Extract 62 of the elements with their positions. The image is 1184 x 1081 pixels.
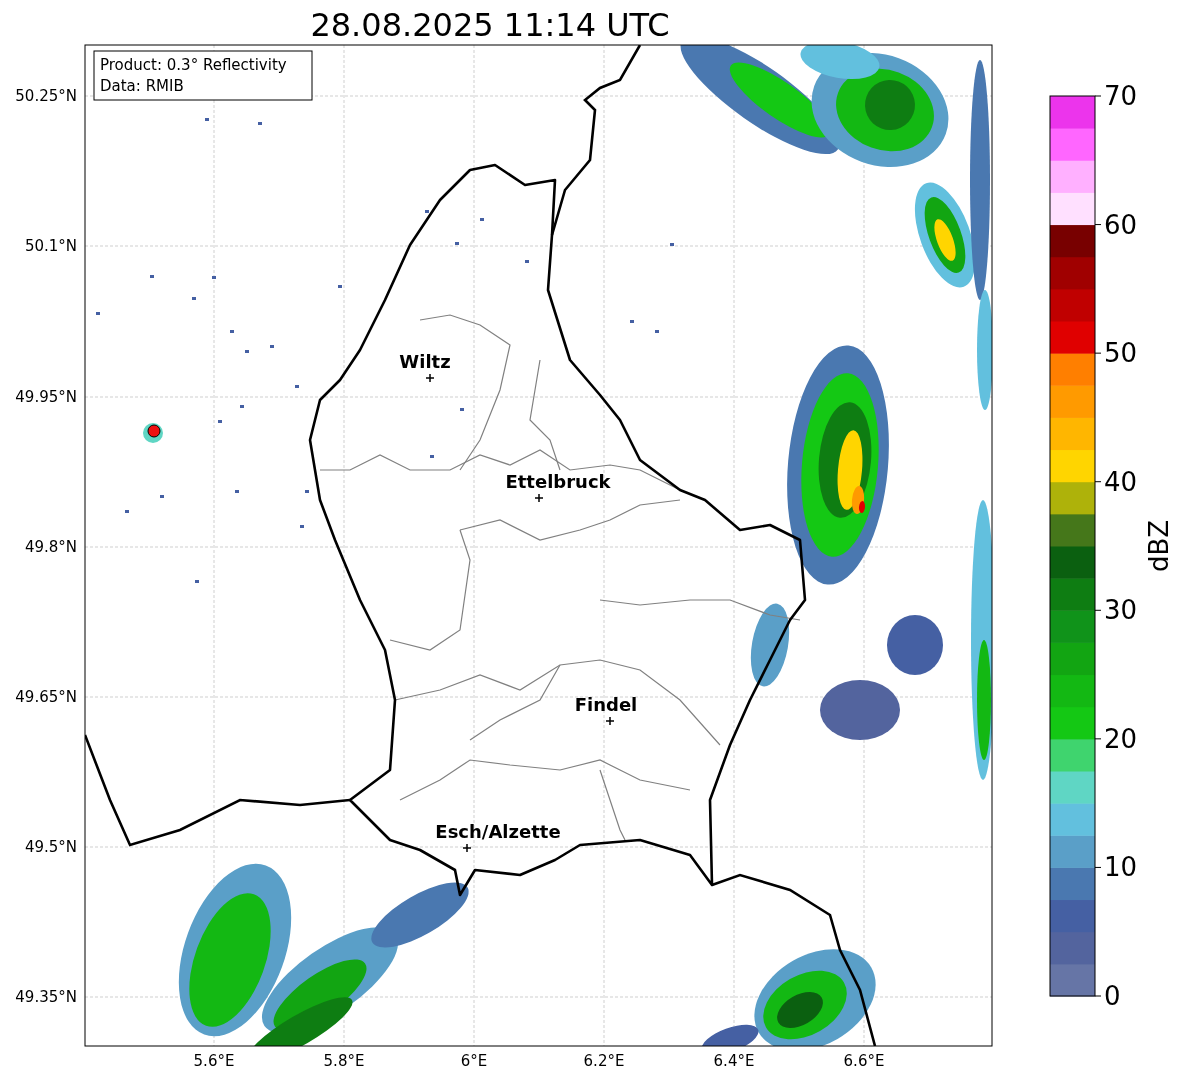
latitude-tick-label: 49.35°N — [15, 988, 77, 1006]
radar-speck — [460, 408, 464, 411]
radar-speck — [218, 420, 222, 423]
place-label: Ettelbruck — [505, 471, 611, 492]
crosshair-icon — [462, 843, 472, 853]
latitude-tick-label: 49.8°N — [24, 538, 77, 556]
colorbar-tick-label: 30 — [1104, 595, 1138, 626]
crosshair-icon — [425, 373, 435, 383]
radar-speck — [205, 118, 209, 121]
chart-title: 28.08.2025 11:14 UTC — [310, 6, 670, 44]
radar-speck — [160, 495, 164, 498]
colorbar-tick-label: 70 — [1104, 81, 1138, 111]
radar-speck — [270, 345, 274, 348]
colorbar-tick-label: 10 — [1104, 852, 1138, 883]
place-label: Findel — [574, 694, 638, 715]
crosshair-icon — [605, 716, 615, 726]
longitude-tick-label: 5.6°E — [193, 1052, 235, 1070]
crosshair-icon — [534, 493, 544, 503]
place-label: Wiltz — [399, 351, 451, 372]
longitude-tick-label: 6.4°E — [713, 1052, 755, 1070]
longitude-tick-label: 5.8°E — [323, 1052, 365, 1070]
radar-speck — [212, 276, 216, 279]
radar-speck — [125, 510, 129, 513]
radar-speck — [300, 525, 304, 528]
colorbar-label: dBZ — [1144, 519, 1174, 573]
radar-speck — [150, 275, 154, 278]
radar-speck — [455, 242, 459, 245]
info-text: Data: RMIB — [100, 77, 184, 95]
radar-speck — [338, 285, 342, 288]
radar-speck — [258, 122, 262, 125]
radar-speck — [430, 455, 434, 458]
radar-speck — [655, 330, 659, 333]
radar-speck — [425, 210, 429, 213]
longitude-tick-label: 6.6°E — [843, 1052, 885, 1070]
colorbar-tick-label: 50 — [1104, 338, 1138, 369]
colorbar-tick-label: 60 — [1104, 209, 1138, 240]
place-label: Esch/Alzette — [435, 821, 561, 842]
radar-speck — [230, 330, 234, 333]
longitude-tick-label: 6°E — [460, 1052, 488, 1070]
longitude-tick-label: 6.2°E — [583, 1052, 625, 1070]
radar-site-marker — [143, 423, 163, 443]
latitude-tick-label: 49.5°N — [24, 838, 77, 856]
radar-speck — [235, 490, 239, 493]
radar-speck — [630, 320, 634, 323]
colorbar-tick-label: 0 — [1104, 981, 1121, 1011]
colorbar-tick-label: 40 — [1104, 466, 1138, 497]
radar-speck — [195, 580, 199, 583]
radar-speck — [240, 405, 244, 408]
latitude-tick-label: 50.1°N — [24, 237, 77, 255]
radar-speck — [670, 243, 674, 246]
info-text: Product: 0.3° Reflectivity — [100, 56, 287, 74]
latitude-tick-label: 49.95°N — [15, 388, 77, 406]
radar-speck — [96, 312, 100, 315]
radar-speck — [480, 218, 484, 221]
radar-speck — [295, 385, 299, 388]
radar-speck — [245, 350, 249, 353]
latitude-tick-label: 50.25°N — [15, 87, 77, 105]
radar-speck — [305, 490, 309, 493]
radar-speck — [525, 260, 529, 263]
radar-speck — [192, 297, 196, 300]
latitude-tick-label: 49.65°N — [15, 688, 77, 706]
colorbar-tick-label: 20 — [1104, 723, 1138, 754]
